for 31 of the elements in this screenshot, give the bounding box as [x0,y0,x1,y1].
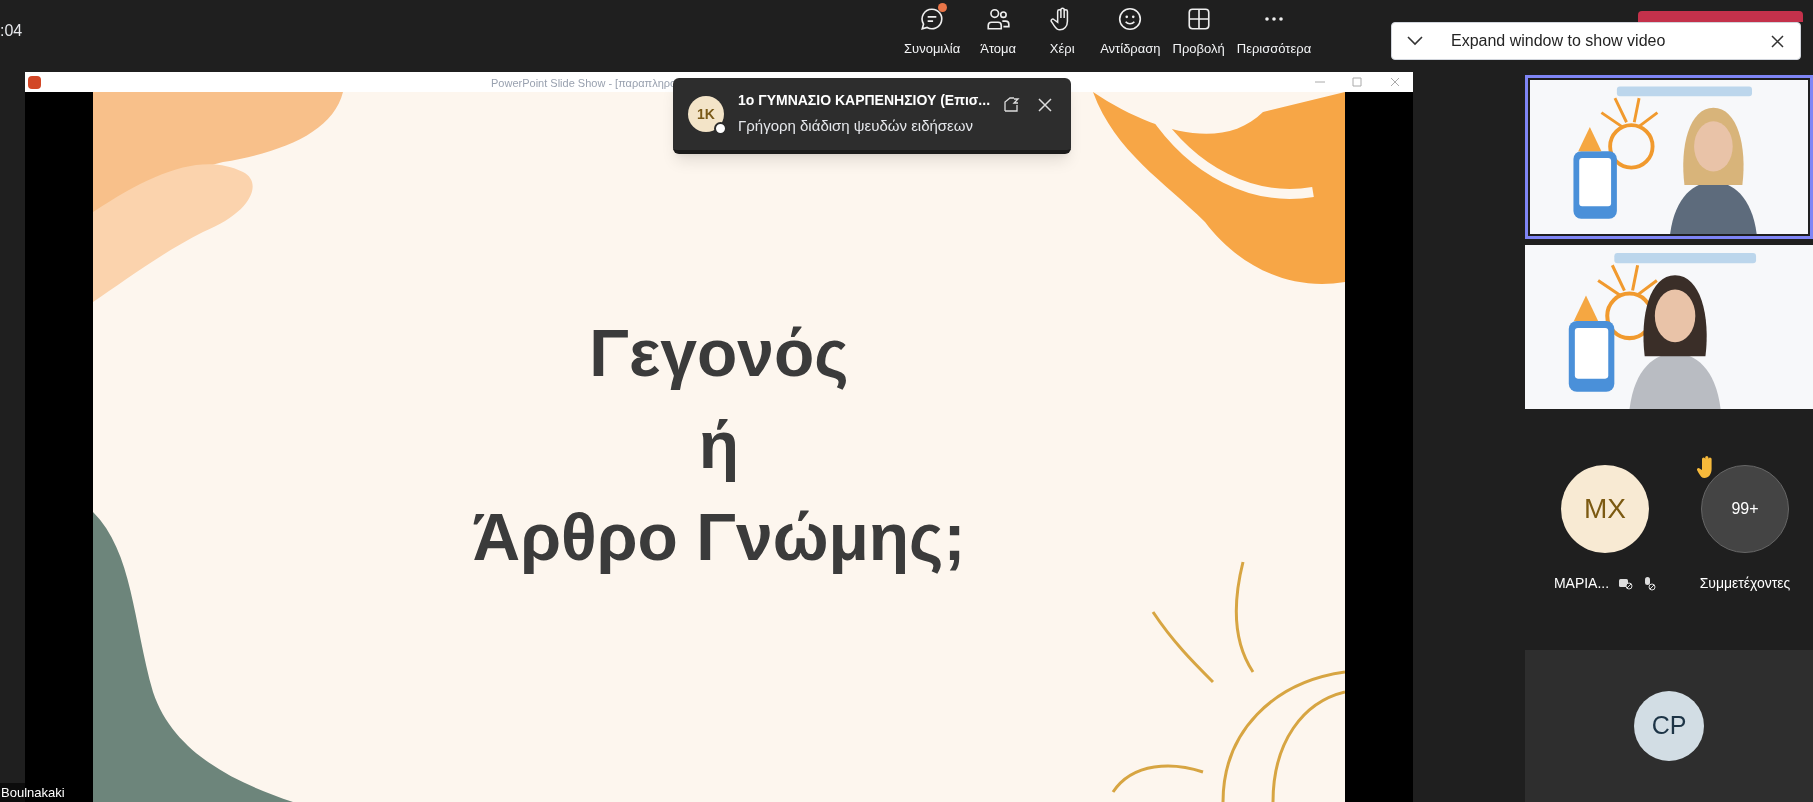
window-title: PowerPoint Slide Show - [παραπληρο [491,76,677,91]
slide-title: ή [698,407,740,484]
smiley-icon [1117,6,1144,32]
toolbar-button[interactable]: Χέρι [1030,4,1095,59]
avatar: CP [1634,691,1704,761]
slide-title: Άρθρο Γνώμης; [472,499,966,576]
toolbar-button[interactable]: Περισσότερα [1230,4,1318,59]
avatar[interactable]: MX [1561,465,1649,553]
toolbar-button[interactable]: Αντίδραση [1094,4,1167,59]
powerpoint-icon [28,75,41,89]
presenter-name: Boulnakaki [0,783,66,802]
participant-name: ΜΑΡΙΑ... [1553,574,1610,593]
banner-text: Expand window to show video [1451,31,1666,51]
grid-icon [1185,6,1212,32]
chevron-icon[interactable] [1407,36,1423,46]
participant-name: Συμμετέχοντες [1699,574,1791,593]
toolbar-button[interactable]: Συνομιλία [898,4,967,59]
slide-title: Γεγονός [589,315,849,392]
status-icon [714,122,727,135]
more-icon [1264,17,1283,21]
overflow-count[interactable]: 99+ [1701,465,1789,553]
avatar: 1K [688,96,724,132]
meeting-timer: :04 [0,21,23,41]
toolbar-button[interactable]: Προβολή [1166,4,1231,59]
sender-name: 1ο ΓΥΜΝΑΣΙΟ ΚΑΡΠΕΝΗΣΙΟΥ (Επισ... [738,91,991,111]
close-icon[interactable] [1771,34,1784,48]
chat-icon [919,6,946,32]
toolbar-button[interactable]: Άτομα [966,4,1031,59]
message-text: Γρήγορη διάδιση ψευδών ειδήσεων [738,116,974,137]
people-icon [985,6,1012,32]
snooze-icon[interactable] [1003,96,1021,112]
